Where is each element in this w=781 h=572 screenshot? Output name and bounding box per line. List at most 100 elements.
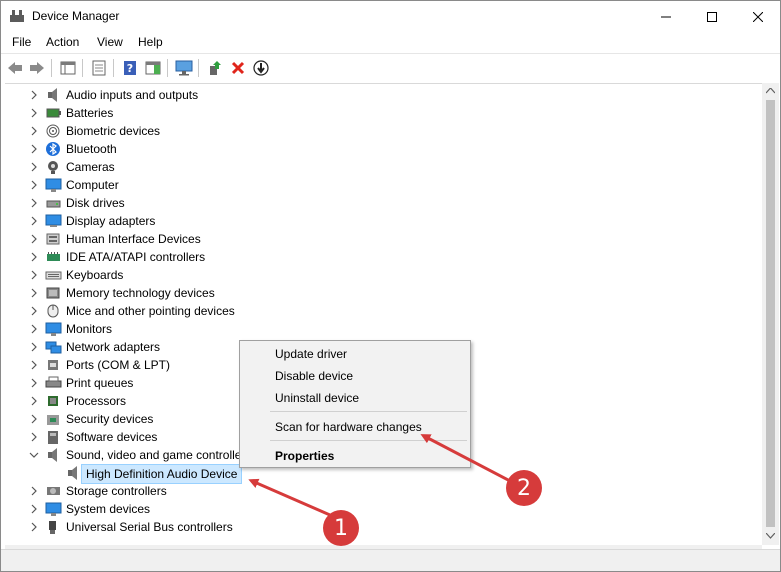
tree-category-label: Keyboards — [66, 268, 124, 282]
context-properties[interactable]: Properties — [241, 444, 469, 466]
console-tree-icon — [60, 61, 76, 75]
context-menu: Update driver Disable device Uninstall d… — [239, 340, 471, 468]
chevron-right-icon[interactable] — [29, 396, 39, 406]
tree-category[interactable]: Display adapters — [5, 212, 705, 230]
chevron-right-icon[interactable] — [29, 108, 39, 118]
tree-category-label: Storage controllers — [66, 484, 167, 498]
annotation-badge-2: 2 — [506, 470, 542, 506]
disk-icon — [46, 200, 61, 208]
menu-file[interactable]: File — [12, 35, 31, 49]
chevron-right-icon[interactable] — [29, 486, 39, 496]
tree-category-label: Ports (COM & LPT) — [66, 358, 171, 372]
tree-category[interactable]: Batteries — [5, 104, 705, 122]
close-button[interactable] — [735, 1, 781, 32]
chevron-right-icon[interactable] — [29, 216, 39, 226]
chevron-right-icon[interactable] — [29, 144, 39, 154]
menu-view[interactable]: View — [97, 35, 123, 49]
chevron-right-icon[interactable] — [29, 162, 39, 172]
menu-help[interactable]: Help — [138, 35, 163, 49]
tree-category[interactable]: Storage controllers — [5, 482, 705, 500]
speaker-icon — [48, 88, 57, 102]
tree-category[interactable]: Bluetooth — [5, 140, 705, 158]
mouse-icon — [47, 304, 59, 318]
chevron-right-icon[interactable] — [29, 306, 39, 316]
tree-category[interactable]: Monitors — [5, 320, 705, 338]
scroll-up-icon[interactable] — [766, 88, 775, 94]
tree-category-label: Cameras — [66, 160, 115, 174]
software-icon — [48, 431, 58, 444]
scan-toolbar-button[interactable] — [174, 58, 194, 78]
chevron-right-icon[interactable] — [29, 342, 39, 352]
tree-category-label: Batteries — [66, 106, 114, 120]
scroll-down-icon[interactable] — [766, 533, 775, 539]
tree-category-label: Disk drives — [66, 196, 125, 210]
chevron-right-icon[interactable] — [29, 90, 39, 100]
scrollbar-thumb[interactable] — [766, 100, 775, 527]
help-toolbar-button[interactable]: ? — [120, 58, 140, 78]
minimize-button[interactable] — [643, 1, 689, 32]
chevron-right-icon[interactable] — [29, 270, 39, 280]
chevron-right-icon[interactable] — [29, 288, 39, 298]
vertical-scrollbar[interactable] — [762, 83, 779, 545]
tree-category[interactable]: Computer — [5, 176, 705, 194]
tree-category[interactable]: Cameras — [5, 158, 705, 176]
toolbar: ? — [1, 53, 780, 81]
toolbar-separator — [51, 59, 52, 77]
context-separator — [270, 440, 467, 441]
title-bar: Device Manager — [1, 1, 780, 32]
chevron-right-icon[interactable] — [29, 360, 39, 370]
tree-category-label: Computer — [66, 178, 119, 192]
properties-toolbar-button[interactable] — [89, 58, 109, 78]
tree-category-label: Bluetooth — [66, 142, 117, 156]
monitor-icon — [45, 322, 62, 336]
chevron-right-icon[interactable] — [29, 378, 39, 388]
tree-category[interactable]: Memory technology devices — [5, 284, 705, 302]
chevron-right-icon[interactable] — [29, 198, 39, 208]
tree-category[interactable]: Human Interface Devices — [5, 230, 705, 248]
chevron-right-icon[interactable] — [29, 234, 39, 244]
battery-icon — [46, 108, 61, 118]
chevron-right-icon[interactable] — [29, 522, 39, 532]
context-disable-device[interactable]: Disable device — [241, 364, 469, 386]
update-driver-toolbar-button[interactable] — [205, 58, 225, 78]
bluetooth-icon — [46, 142, 60, 156]
tree-category[interactable]: Disk drives — [5, 194, 705, 212]
forward-button[interactable] — [27, 58, 47, 78]
tree-category[interactable]: Audio inputs and outputs — [5, 86, 705, 104]
show-hide-tree-button[interactable] — [58, 58, 78, 78]
menu-action[interactable]: Action — [46, 35, 79, 49]
back-button[interactable] — [5, 58, 25, 78]
action-pane-button[interactable] — [143, 58, 163, 78]
chevron-right-icon[interactable] — [29, 432, 39, 442]
tree-category-label: Universal Serial Bus controllers — [66, 520, 233, 534]
chevron-right-icon[interactable] — [29, 126, 39, 136]
processor-icon — [48, 396, 58, 406]
chevron-right-icon[interactable] — [29, 252, 39, 262]
tree-category[interactable]: IDE ATA/ATAPI controllers — [5, 248, 705, 266]
tree-category[interactable]: Biometric devices — [5, 122, 705, 140]
context-update-driver[interactable]: Update driver — [241, 342, 469, 364]
tree-category-label: Audio inputs and outputs — [66, 88, 199, 102]
device-manager-icon — [10, 10, 24, 22]
display-icon — [45, 214, 62, 227]
chevron-right-icon[interactable] — [29, 324, 39, 334]
toolbar-separator — [113, 59, 114, 77]
device-tree[interactable]: Audio inputs and outputs Batteries Biometr… — [5, 83, 762, 545]
maximize-button[interactable] — [689, 1, 735, 32]
chevron-right-icon[interactable] — [29, 180, 39, 190]
help-book-icon: ? — [124, 61, 136, 75]
action-pane-icon — [145, 61, 161, 75]
uninstall-toolbar-button[interactable] — [228, 58, 248, 78]
usb-icon — [49, 521, 56, 534]
tree-category[interactable]: System devices — [5, 500, 705, 518]
tree-category[interactable]: Mice and other pointing devices — [5, 302, 705, 320]
context-uninstall-device[interactable]: Uninstall device — [241, 386, 469, 408]
enable-device-toolbar-button[interactable] — [251, 58, 271, 78]
chevron-down-icon[interactable] — [29, 450, 39, 460]
chevron-right-icon[interactable] — [29, 504, 39, 514]
context-scan-hardware[interactable]: Scan for hardware changes — [241, 415, 469, 437]
maximize-icon — [707, 11, 717, 22]
properties-sheet-icon — [92, 60, 106, 76]
tree-category[interactable]: Keyboards — [5, 266, 705, 284]
chevron-right-icon[interactable] — [29, 414, 39, 424]
